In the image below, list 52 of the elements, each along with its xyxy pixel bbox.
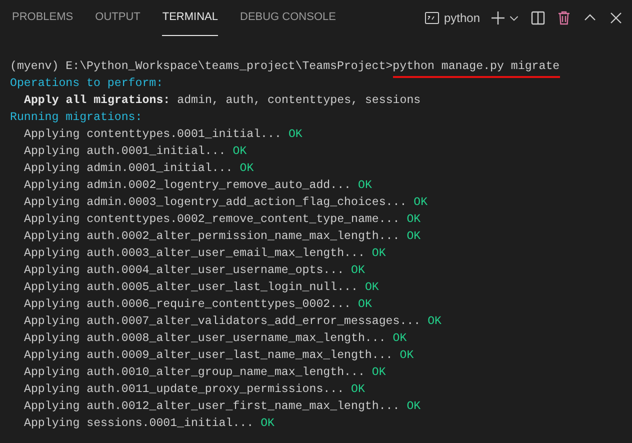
migration-step: Applying auth.0001_initial... (24, 143, 226, 160)
status-ok: OK (428, 314, 442, 330)
migration-step: Applying auth.0012_alter_user_first_name_max_length... (24, 398, 400, 415)
migration-step: Applying auth.0008_alter_user_username_max_length... (24, 330, 386, 347)
status-ok: OK (232, 144, 247, 160)
status-ok: OK (406, 399, 421, 415)
migration-step: Applying auth.0002_alter_permission_name_max_length... (24, 228, 400, 245)
split-icon[interactable] (530, 10, 546, 26)
terminal-prompt: (myenv) E:\Python_Workspace\teams_project\TeamsProject> (10, 59, 393, 75)
panel-tab[interactable]: OUTPUT (95, 0, 140, 36)
status-ok: OK (358, 178, 372, 194)
migration-step: Applying auth.0006_require_contenttypes_0002... (24, 296, 351, 313)
migration-step: Applying contenttypes.0002_remove_content_type_name... (24, 211, 400, 228)
plan-label: Apply all migrations: (24, 93, 170, 109)
terminal-selector[interactable]: python (424, 9, 480, 27)
trash-icon[interactable] (556, 10, 572, 26)
status-ok: OK (351, 382, 365, 398)
status-ok: OK (372, 365, 386, 381)
status-ok: OK (364, 280, 379, 296)
terminal-icon (424, 10, 440, 26)
status-ok: OK (400, 348, 414, 364)
panel-tab[interactable]: TERMINAL (162, 0, 218, 36)
status-ok: OK (406, 212, 421, 228)
status-ok: OK (260, 416, 275, 432)
status-ok: OK (358, 297, 372, 313)
status-ok: OK (372, 246, 386, 262)
output-heading: Operations to perform: (10, 76, 164, 92)
status-ok: OK (406, 229, 421, 245)
migration-step: Applying auth.0010_alter_group_name_max_length... (24, 364, 365, 381)
status-ok: OK (392, 331, 407, 347)
migration-step: Applying auth.0007_alter_validators_add_error_messages... (24, 313, 421, 330)
plan-apps: admin, auth, contenttypes, sessions (177, 93, 421, 109)
migration-step: Applying auth.0004_alter_user_username_opts... (24, 262, 344, 279)
close-icon[interactable] (608, 10, 624, 26)
plus-icon[interactable] (490, 10, 506, 26)
migration-step: Applying admin.0002_logentry_remove_auto_add... (24, 177, 351, 194)
migration-step: Applying auth.0011_update_proxy_permissions... (24, 381, 344, 398)
terminal-command: python manage.py migrate (392, 58, 560, 78)
status-ok: OK (414, 195, 428, 211)
panel-tab[interactable]: PROBLEMS (12, 0, 74, 36)
migration-step: Applying auth.0005_alter_user_last_login_null... (24, 279, 358, 296)
panel-tab[interactable]: DEBUG CONSOLE (240, 0, 336, 36)
migration-step: Applying auth.0009_alter_user_last_name_max_length... (24, 347, 393, 364)
output-heading: Running migrations: (10, 110, 142, 126)
status-ok: OK (288, 127, 302, 143)
status-ok: OK (240, 161, 254, 177)
migration-step: Applying admin.0003_logentry_add_action_flag_choices... (24, 194, 407, 211)
migration-step: Applying admin.0001_initial... (24, 160, 233, 177)
status-ok: OK (351, 263, 365, 279)
migration-step: Applying auth.0003_alter_user_email_max_length... (24, 245, 365, 262)
migration-step: Applying sessions.0001_initial... (24, 415, 254, 432)
migration-step: Applying contenttypes.0001_initial... (24, 126, 282, 143)
